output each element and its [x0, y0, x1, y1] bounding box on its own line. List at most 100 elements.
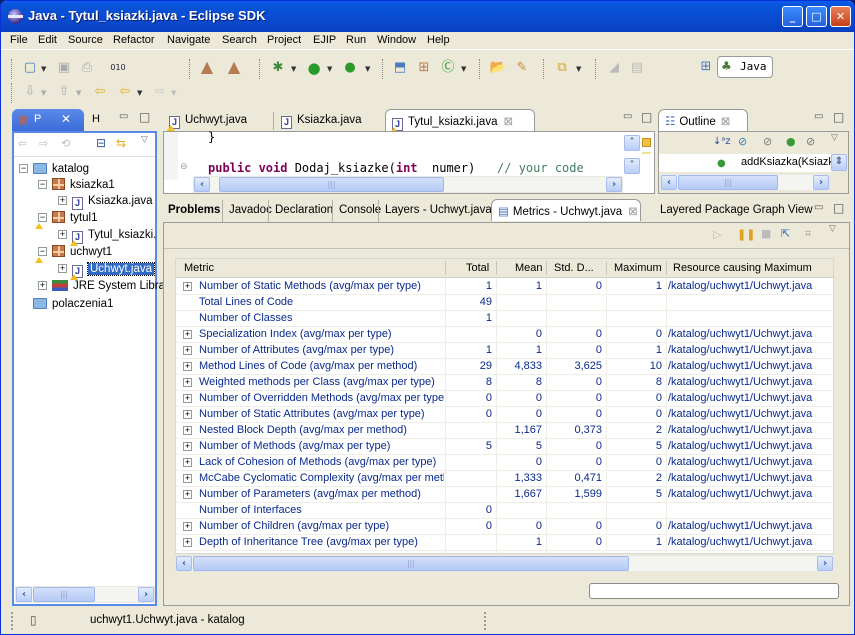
collapse-icon[interactable]: − — [38, 247, 47, 256]
tree-item-file[interactable]: + J Tytul_ksiazki. — [58, 227, 156, 246]
export-icon[interactable]: ⇱ — [781, 227, 790, 240]
expand-icon[interactable]: + — [183, 522, 192, 531]
table-row[interactable]: Number of Classes 1 — [176, 311, 833, 327]
fold-icon[interactable]: ⊖ — [180, 162, 188, 172]
expand-icon[interactable]: + — [183, 410, 192, 419]
scroll-up-button[interactable]: ˄ — [624, 135, 640, 151]
scroll-right-button[interactable]: › — [817, 556, 833, 571]
menu-navigate[interactable]: Navigate — [167, 34, 210, 46]
hide-non-public-icon[interactable]: ● — [786, 135, 796, 148]
scroll-thumb[interactable]: ||| — [33, 587, 95, 602]
collapse-all-icon[interactable]: ⊟ — [96, 136, 106, 150]
hide-static-icon[interactable]: ⊘ — [763, 135, 772, 148]
close-tab-icon[interactable]: ⊠ — [628, 206, 638, 218]
menu-window[interactable]: Window — [377, 34, 416, 46]
resume-icon[interactable]: ▷ — [713, 228, 721, 241]
table-row[interactable]: Number of Interfaces 0 — [176, 503, 833, 519]
table-row[interactable]: + McCabe Cyclomatic Complexity (avg/max p… — [176, 471, 833, 487]
binary-icon[interactable]: 010 — [109, 59, 127, 77]
forward-icon[interactable]: ⇨ — [151, 83, 169, 101]
pyramid-icon[interactable]: ▲ — [198, 58, 216, 76]
external-tools-icon[interactable]: ● — [341, 59, 359, 77]
column-divider[interactable] — [666, 261, 667, 275]
scroll-right-button[interactable]: › — [138, 587, 154, 602]
expand-icon[interactable]: + — [183, 346, 192, 355]
code-line[interactable]: public void Dodaj_ksiazke(int numer) // … — [208, 161, 584, 175]
scroll-vertical[interactable]: ⇕ — [831, 154, 847, 171]
menu-run[interactable]: Run — [346, 34, 366, 46]
collapse-icon[interactable]: − — [38, 180, 47, 189]
new-class-icon[interactable]: Ⓒ — [439, 59, 457, 77]
scroll-thumb[interactable]: ||| — [219, 177, 444, 192]
open-perspective-icon[interactable]: ⊞ — [697, 58, 715, 76]
scroll-right-button[interactable]: › — [606, 177, 622, 192]
column-header-total[interactable]: Total — [466, 262, 489, 274]
column-header-metric[interactable]: Metric — [184, 262, 214, 274]
collapse-icon[interactable]: − — [38, 213, 47, 222]
table-row[interactable]: + Specialization Index (avg/max per type)… — [176, 327, 833, 343]
expand-icon[interactable]: + — [183, 474, 192, 483]
tree-item-package[interactable]: − ksiazka1 — [38, 177, 115, 193]
sort-icon[interactable]: ↓ᵃz — [713, 136, 731, 147]
menu-ejip[interactable]: EJIP — [313, 34, 336, 46]
outline-item[interactable]: addKsiazka(Ksiazk — [741, 156, 834, 168]
table-row[interactable]: + Nested Block Depth (avg/max per method)… — [176, 423, 833, 439]
menu-refactor[interactable]: Refactor — [113, 34, 155, 46]
save-icon[interactable]: ▣ — [55, 59, 73, 77]
table-row[interactable]: + Number of Static Methods (avg/max per t… — [176, 279, 833, 295]
pyramid-stop-icon[interactable]: ▲ — [225, 58, 243, 76]
previous-annotation-icon[interactable]: ⇧ — [55, 83, 73, 101]
table-row[interactable]: + Number of Static Attributes (avg/max pe… — [176, 407, 833, 423]
column-header-std-dev[interactable]: Std. D... — [554, 262, 594, 274]
expand-icon[interactable]: + — [183, 394, 192, 403]
menu-help[interactable]: Help — [427, 34, 450, 46]
tree-item-file-selected[interactable]: + J Uchwyt.java — [58, 261, 155, 280]
tab-outline[interactable]: ☷ Outline ⊠ — [658, 109, 748, 131]
run-icon[interactable]: ● — [305, 59, 323, 77]
metrics-horizontal-scrollbar[interactable]: ‹ ||| › — [175, 555, 834, 572]
stop-icon[interactable]: ■ — [761, 227, 771, 240]
code-line[interactable]: } — [208, 130, 215, 144]
expand-icon[interactable]: + — [38, 281, 47, 290]
external-tools-dropdown-icon[interactable]: ▼ — [365, 65, 370, 73]
back-icon[interactable]: ⇦ — [116, 83, 134, 101]
forward-dropdown-icon[interactable]: ▼ — [171, 89, 176, 97]
back-icon[interactable]: ⇦ — [18, 137, 27, 150]
maximize-view-icon[interactable]: □ — [833, 201, 844, 215]
tree-item-project[interactable]: − katalog — [19, 161, 89, 177]
last-edit-location-icon[interactable]: ⇦ — [91, 83, 109, 101]
minimize-button[interactable]: _ — [782, 6, 803, 27]
table-row[interactable]: + Weighted methods per Class (avg/max per… — [176, 375, 833, 391]
expand-icon[interactable]: + — [58, 230, 67, 239]
column-header-maximum[interactable]: Maximum — [614, 262, 662, 274]
tab-metrics[interactable]: ▤ Metrics - Uchwyt.java ⊠ — [491, 199, 641, 221]
menu-search[interactable]: Search — [222, 34, 257, 46]
table-row[interactable]: + Number of Children (avg/max per type) 0 0… — [176, 519, 833, 535]
table-row[interactable]: + Lack of Cohesion of Methods (avg/max pe… — [176, 455, 833, 471]
maximize-view-icon[interactable]: □ — [641, 110, 652, 124]
expand-icon[interactable]: + — [183, 538, 192, 547]
table-row[interactable]: + Number of Attributes (avg/max per type)… — [176, 343, 833, 359]
warning-overview-marker[interactable] — [642, 138, 651, 147]
hide-local-types-icon[interactable]: ⊘ — [806, 135, 815, 148]
table-row[interactable]: + Depth of Inheritance Tree (avg/max per … — [176, 535, 833, 551]
table-row[interactable]: + Number of Parameters (avg/max per metho… — [176, 487, 833, 503]
menu-source[interactable]: Source — [68, 34, 103, 46]
print-icon[interactable]: ⎙ — [78, 59, 96, 77]
tab-layered-package-graph[interactable]: Layered Package Graph View — [654, 200, 819, 222]
expand-icon[interactable]: + — [183, 442, 192, 451]
tree-item-folder[interactable]: polaczenia1 — [33, 296, 113, 312]
new-class-dropdown-icon[interactable]: ▼ — [461, 65, 466, 73]
new-java-project-icon[interactable]: ⬒ — [391, 59, 409, 77]
maximize-view-icon[interactable]: □ — [139, 110, 150, 124]
tree-item-package[interactable]: − uchwyt1 — [38, 244, 112, 260]
minimize-view-icon[interactable]: ▭ — [814, 111, 823, 122]
edit-annotation-icon[interactable]: ◢ — [605, 59, 623, 77]
editor-tab-ksiazka[interactable]: J Ksiazka.java — [275, 110, 368, 132]
tree-item-package[interactable]: − tytul1 — [38, 210, 98, 226]
view-menu-icon[interactable]: ▽ — [831, 133, 838, 143]
table-row[interactable]: + Number of Overridden Methods (avg/max p… — [176, 391, 833, 407]
scroll-down-button[interactable]: ˅ — [624, 158, 640, 174]
maximize-button[interactable]: □ — [806, 6, 827, 27]
previous-annotation-dropdown-icon[interactable]: ▼ — [76, 89, 81, 97]
